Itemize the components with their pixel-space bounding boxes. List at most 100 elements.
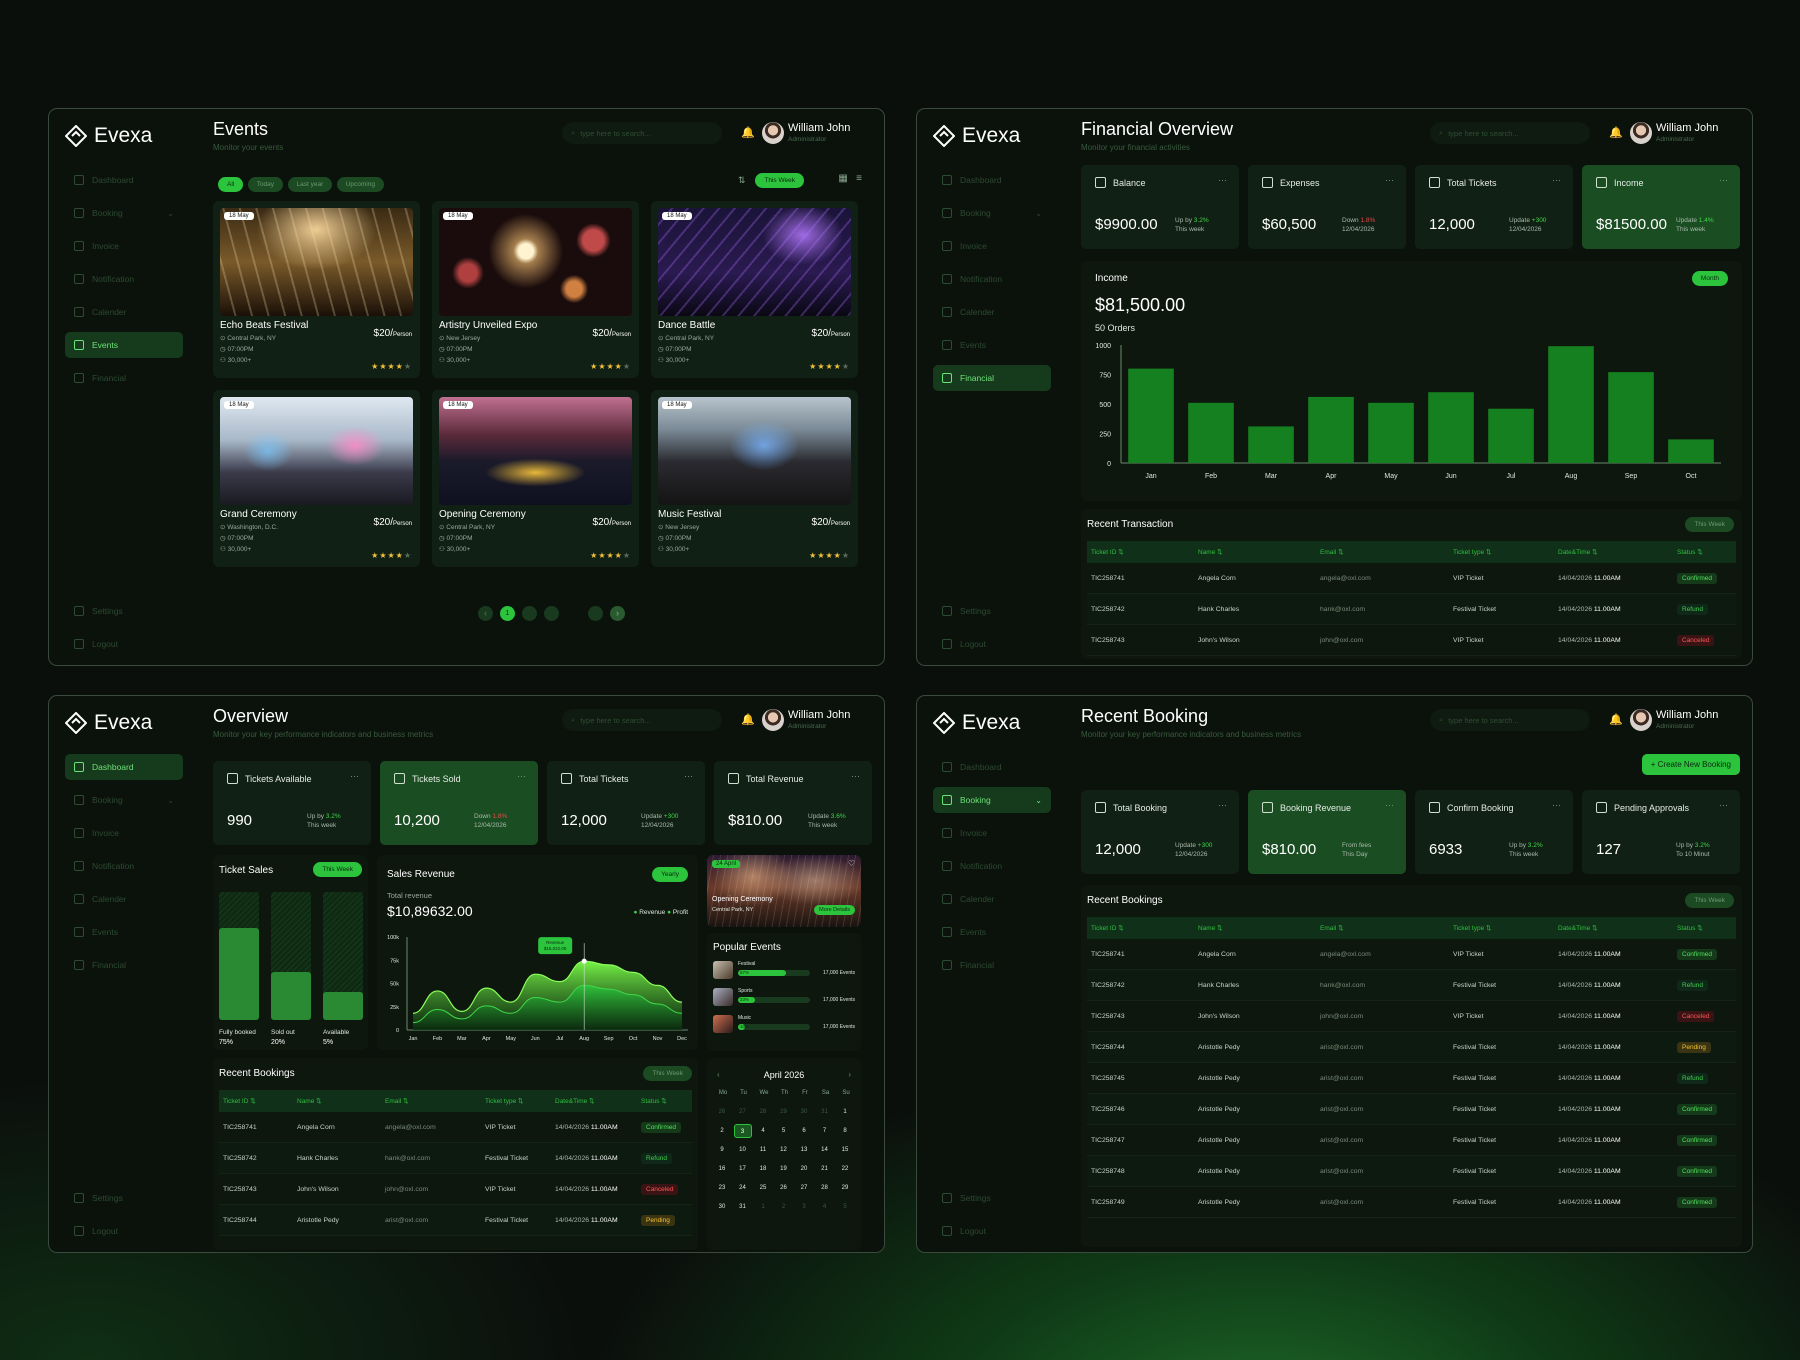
bell-icon[interactable]: 🔔 <box>1609 126 1623 139</box>
income-bar[interactable] <box>1488 408 1534 463</box>
avatar[interactable] <box>1630 709 1652 731</box>
table-row[interactable]: TIC258747 Aristotle Pedy arist@oxl.com Fest… <box>1087 1125 1736 1156</box>
column-header[interactable]: Date&Time ⇅ <box>1554 548 1673 556</box>
column-header[interactable]: Email ⇅ <box>1316 548 1449 556</box>
calendar-day[interactable]: 30 <box>795 1105 813 1119</box>
calendar-day[interactable]: 9 <box>713 1143 731 1157</box>
column-header[interactable]: Date&Time ⇅ <box>551 1097 637 1105</box>
more-icon[interactable]: ··· <box>1218 175 1227 185</box>
calendar-day[interactable]: 11 <box>754 1143 772 1157</box>
nav-booking[interactable]: Booking ⌄ <box>933 787 1051 813</box>
calendar-day[interactable]: 5 <box>775 1124 793 1138</box>
nav-booking[interactable]: Booking ⌄ <box>65 787 183 813</box>
calendar-day[interactable]: 3 <box>795 1200 813 1214</box>
column-header[interactable]: Ticket ID ⇅ <box>1087 548 1194 556</box>
more-icon[interactable]: ··· <box>1719 800 1728 810</box>
calendar-day[interactable]: 14 <box>816 1143 834 1157</box>
calendar-day[interactable]: 22 <box>836 1162 854 1176</box>
nav-calender[interactable]: Calender <box>933 886 1051 912</box>
table-row[interactable]: TIC258746 Aristotle Pedy arist@oxl.com Fest… <box>1087 1094 1736 1125</box>
column-header[interactable]: Name ⇅ <box>293 1097 381 1105</box>
nav-booking[interactable]: Booking ⌄ <box>933 200 1051 226</box>
nav-financial[interactable]: Financial <box>65 365 183 391</box>
nav-events[interactable]: Events <box>65 332 183 358</box>
nav-logout[interactable]: Logout <box>65 631 183 657</box>
event-card[interactable]: 18 May Music Festival $20/Person ⊙ New Jers… <box>651 390 858 567</box>
calendar-day[interactable]: 30 <box>713 1200 731 1214</box>
nav-events[interactable]: Events <box>933 919 1051 945</box>
income-bar[interactable] <box>1668 439 1714 463</box>
nav-invoice[interactable]: Invoice <box>933 820 1051 846</box>
nav-invoice[interactable]: Invoice <box>65 820 183 846</box>
nav-events[interactable]: Events <box>65 919 183 945</box>
income-bar[interactable] <box>1368 402 1414 463</box>
column-header[interactable]: Ticket type ⇅ <box>481 1097 551 1105</box>
transaction-period-dropdown[interactable]: This Week <box>1685 517 1734 532</box>
table-row[interactable]: TIC258743 John's Wilson john@oxl.com VIP Ti… <box>1087 1001 1736 1032</box>
event-card[interactable]: 18 May Echo Beats Festival $20/Person ⊙ Cen… <box>213 201 420 378</box>
event-card[interactable]: 18 May Opening Ceremony $20/Person ⊙ Centra… <box>432 390 639 567</box>
income-bar[interactable] <box>1428 392 1474 463</box>
more-icon[interactable]: ··· <box>1552 800 1561 810</box>
event-card[interactable]: 18 May Artistry Unveiled Expo $20/Person ⊙ … <box>432 201 639 378</box>
income-bar[interactable] <box>1548 346 1594 463</box>
event-card[interactable]: 18 May Dance Battle $20/Person ⊙ Central Pa… <box>651 201 858 378</box>
nav-financial[interactable]: Financial <box>65 952 183 978</box>
nav-notification[interactable]: Notification <box>65 853 183 879</box>
column-header[interactable]: Status ⇅ <box>637 1097 692 1105</box>
logo[interactable]: Evexa <box>933 710 1051 736</box>
more-icon[interactable]: ··· <box>1218 800 1227 810</box>
table-row[interactable]: TIC258749 Aristotle Pedy arist@oxl.com Fest… <box>1087 1187 1736 1218</box>
table-row[interactable]: TIC258745 Aristotle Pedy arist@oxl.com Fest… <box>1087 1063 1736 1094</box>
calendar-day[interactable]: 25 <box>754 1181 772 1195</box>
bell-icon[interactable]: 🔔 <box>741 713 755 726</box>
table-row[interactable]: TIC258741 Angela Corn angela@oxl.com VIP Ti… <box>1087 563 1736 594</box>
list-view-icon[interactable]: ≡ <box>856 173 862 184</box>
income-bar[interactable] <box>1188 402 1234 463</box>
calendar-day[interactable]: 4 <box>816 1200 834 1214</box>
avatar[interactable] <box>762 122 784 144</box>
page-button[interactable]: 9 <box>588 606 603 621</box>
nav-calender[interactable]: Calender <box>933 299 1051 325</box>
nav-booking[interactable]: Booking ⌄ <box>65 200 183 226</box>
column-header[interactable]: Ticket type ⇅ <box>1449 548 1554 556</box>
nav-dashboard[interactable]: Dashboard <box>65 167 183 193</box>
search-input[interactable]: ⌕ type here to search... <box>1430 709 1590 731</box>
column-header[interactable]: Ticket type ⇅ <box>1449 924 1554 932</box>
calendar-day[interactable]: 12 <box>775 1143 793 1157</box>
nav-invoice[interactable]: Invoice <box>933 233 1051 259</box>
nav-logout[interactable]: Logout <box>933 631 1051 657</box>
table-row[interactable]: TIC258741 Angela Corn angela@oxl.com VIP Ti… <box>219 1112 692 1143</box>
calendar-day[interactable]: 26 <box>713 1105 731 1119</box>
avatar[interactable] <box>762 709 784 731</box>
calendar-day[interactable]: 19 <box>775 1162 793 1176</box>
column-header[interactable]: Status ⇅ <box>1673 548 1733 556</box>
page-button[interactable]: 3 <box>544 606 559 621</box>
page-button[interactable]: 1 <box>500 606 515 621</box>
calendar-day[interactable]: 2 <box>775 1200 793 1214</box>
page-button[interactable]: ... <box>566 606 581 621</box>
more-icon[interactable]: ··· <box>1385 800 1394 810</box>
nav-dashboard[interactable]: Dashboard <box>933 167 1051 193</box>
bookings-period-dropdown[interactable]: This Week <box>1685 893 1734 908</box>
avatar[interactable] <box>1630 122 1652 144</box>
nav-financial[interactable]: Financial <box>933 365 1051 391</box>
column-header[interactable]: Status ⇅ <box>1673 924 1733 932</box>
calendar-day[interactable]: 17 <box>734 1162 752 1176</box>
column-header[interactable]: Ticket ID ⇅ <box>219 1097 293 1105</box>
nav-notification[interactable]: Notification <box>65 266 183 292</box>
create-booking-button[interactable]: + Create New Booking <box>1641 754 1740 775</box>
more-icon[interactable]: ··· <box>1719 175 1728 185</box>
calendar-day[interactable]: 28 <box>816 1181 834 1195</box>
table-row[interactable]: TIC258742 Hank Charles hank@oxl.com Festiva… <box>1087 594 1736 625</box>
calendar-day[interactable]: 27 <box>734 1105 752 1119</box>
nav-dashboard[interactable]: Dashboard <box>933 754 1051 780</box>
column-header[interactable]: Ticket ID ⇅ <box>1087 924 1194 932</box>
calendar-day[interactable]: 23 <box>713 1181 731 1195</box>
calendar-day[interactable]: 1 <box>836 1105 854 1119</box>
logo[interactable]: Evexa <box>65 710 183 736</box>
table-row[interactable]: TIC258743 John's Wilson john@oxl.com VIP Ti… <box>219 1174 692 1205</box>
table-row[interactable]: TIC258744 Aristotle Pedy arist@oxl.com Fest… <box>219 1205 692 1236</box>
nav-settings[interactable]: Settings <box>65 1185 183 1211</box>
filter-last-year[interactable]: Last year <box>287 177 333 192</box>
